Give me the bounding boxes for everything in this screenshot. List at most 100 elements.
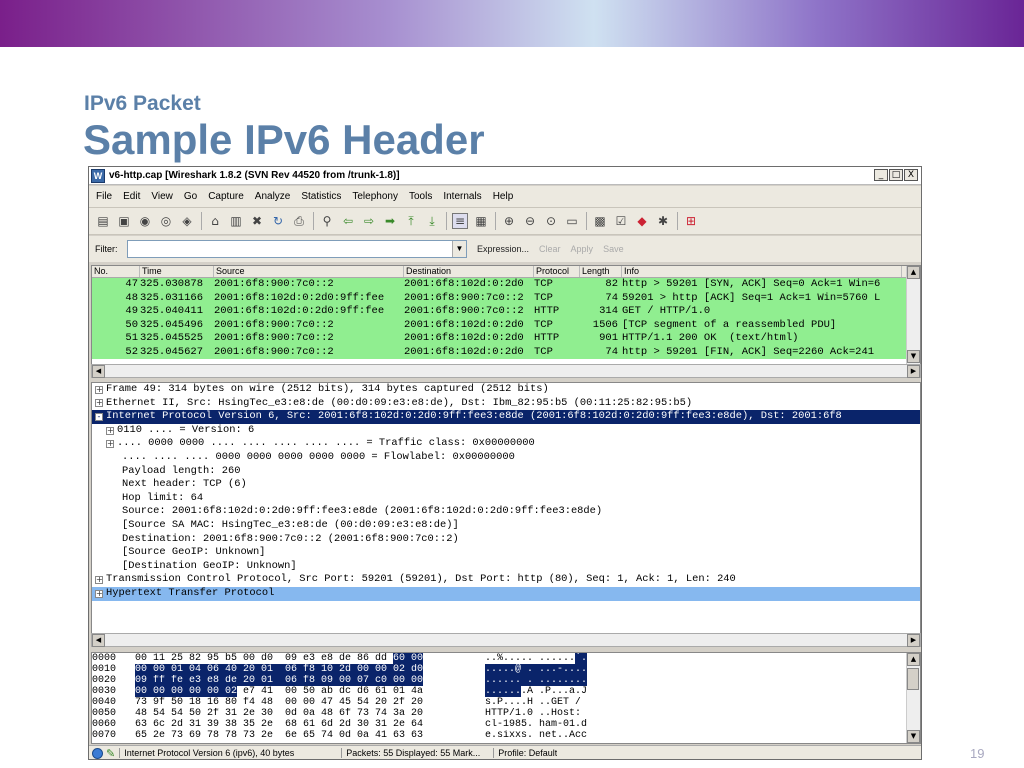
column-header-protocol[interactable]: Protocol	[534, 266, 580, 277]
menu-analyze[interactable]: Analyze	[255, 191, 291, 202]
column-header-info[interactable]: Info	[622, 266, 902, 277]
status-profile[interactable]: Profile: Default	[493, 748, 557, 758]
menu-help[interactable]: Help	[493, 191, 514, 202]
detail-row[interactable]: + Frame 49: 314 bytes on wire (2512 bits)…	[92, 383, 920, 397]
ascii-bytes[interactable]: HTTP/1.0 ..Host:	[485, 708, 615, 719]
ascii-bytes[interactable]: e.sixxs. net..Acc	[485, 730, 615, 741]
hex-bytes[interactable]: 65 2e 73 69 78 78 73 2e 6e 65 74 0d 0a 4…	[135, 730, 485, 741]
expand-icon[interactable]: +	[95, 385, 103, 394]
scroll-left-icon[interactable]: ◀	[92, 365, 105, 378]
ascii-bytes[interactable]: .....@ . ...-....	[485, 664, 615, 675]
scroll-left-icon[interactable]: ◀	[92, 634, 105, 647]
edit-comment-icon[interactable]: ✎	[106, 747, 115, 760]
bytes-scrollbar[interactable]: ▲ ▼	[906, 653, 920, 743]
detail-row[interactable]: [Source SA MAC: HsingTec_e3:e8:de (00:d0…	[92, 519, 920, 533]
display-filters-icon[interactable]: ☑	[613, 213, 629, 229]
expand-icon[interactable]: +	[106, 440, 114, 449]
detail-row[interactable]: +.... 0000 0000 .... .... .... .... ....…	[92, 437, 920, 451]
detail-row[interactable]: Source: 2001:6f8:102d:0:2d0:9ff:fee3:e8d…	[92, 505, 920, 519]
resize-columns-icon[interactable]: ▭	[564, 213, 580, 229]
expand-icon[interactable]: +	[95, 576, 103, 585]
hex-bytes[interactable]: 73 9f 50 18 16 80 f4 48 00 00 47 45 54 2…	[135, 697, 485, 708]
scroll-up-icon[interactable]: ▲	[907, 266, 920, 279]
detail-row[interactable]: Next header: TCP (6)	[92, 478, 920, 492]
menu-capture[interactable]: Capture	[208, 191, 244, 202]
packet-list-scrollbar[interactable]: ▲ ▼	[906, 266, 920, 377]
interfaces-icon[interactable]: ▤	[95, 213, 111, 229]
apply-button[interactable]: Apply	[571, 244, 594, 254]
capture-options-icon[interactable]: ▣	[116, 213, 132, 229]
expand-icon[interactable]: +	[95, 399, 103, 408]
detail-row[interactable]: + Hypertext Transfer Protocol	[92, 586, 920, 601]
filter-input[interactable]: ▼	[127, 240, 467, 258]
detail-row[interactable]: .... .... .... 0000 0000 0000 0000 0000 …	[92, 451, 920, 465]
packet-row[interactable]: 51 325.045525 2001:6f8:900:7c0::2 2001:6f8:…	[92, 332, 920, 346]
find-packet-icon[interactable]: ⚲	[319, 213, 335, 229]
menu-view[interactable]: View	[151, 191, 173, 202]
ascii-bytes[interactable]: s.P....H ..GET /	[485, 697, 615, 708]
zoom-normal-icon[interactable]: ⊙	[543, 213, 559, 229]
packet-list-hscrollbar[interactable]: ◀ ▶	[91, 364, 921, 378]
detail-row[interactable]: [Destination GeoIP: Unknown]	[92, 560, 920, 574]
detail-row[interactable]: Destination: 2001:6f8:900:7c0::2 (2001:6…	[92, 533, 920, 547]
scroll-right-icon[interactable]: ▶	[907, 634, 920, 647]
menu-internals[interactable]: Internals	[443, 191, 481, 202]
restart-capture-icon[interactable]: ◈	[179, 213, 195, 229]
detail-row[interactable]: + Ethernet II, Src: HsingTec_e3:e8:de (00…	[92, 397, 920, 411]
hex-bytes[interactable]: 00 11 25 82 95 b5 00 d0 09 e3 e8 de 86 d…	[135, 653, 485, 664]
hex-bytes[interactable]: 00 00 01 04 06 40 20 01 06 f8 10 2d 00 0…	[135, 664, 485, 675]
collapse-icon[interactable]: -	[95, 412, 103, 421]
column-header-source[interactable]: Source	[214, 266, 404, 277]
expand-icon[interactable]: +	[106, 426, 114, 435]
scroll-up-icon[interactable]: ▲	[907, 653, 920, 666]
ascii-bytes[interactable]: cl-1985. ham-01.d	[485, 719, 615, 730]
scroll-down-icon[interactable]: ▼	[907, 350, 920, 363]
detail-row[interactable]: +0110 .... = Version: 6	[92, 424, 920, 438]
expand-icon[interactable]: +	[95, 589, 103, 598]
scroll-right-icon[interactable]: ▶	[907, 365, 920, 378]
clear-button[interactable]: Clear	[539, 244, 561, 254]
column-header-destination[interactable]: Destination	[404, 266, 534, 277]
close-file-icon[interactable]: ✖	[249, 213, 265, 229]
capture-filters-icon[interactable]: ▩	[592, 213, 608, 229]
hex-bytes[interactable]: 48 54 54 50 2f 31 2e 30 0d 0a 48 6f 73 7…	[135, 708, 485, 719]
zoom-out-icon[interactable]: ⊖	[522, 213, 538, 229]
scroll-down-icon[interactable]: ▼	[907, 730, 920, 743]
column-header-time[interactable]: Time	[140, 266, 214, 277]
details-hscrollbar[interactable]: ◀ ▶	[91, 633, 921, 647]
window-titlebar[interactable]: W v6-http.cap [Wireshark 1.8.2 (SVN Rev …	[89, 167, 921, 185]
expression-button[interactable]: Expression...	[477, 244, 529, 254]
reload-icon[interactable]: ↻	[270, 213, 286, 229]
scroll-thumb[interactable]	[907, 668, 919, 690]
open-file-icon[interactable]: ⌂	[207, 213, 223, 229]
save-file-icon[interactable]: ▥	[228, 213, 244, 229]
packet-row[interactable]: 52 325.045627 2001:6f8:900:7c0::2 2001:6f8:…	[92, 345, 920, 359]
close-button[interactable]: X	[904, 169, 918, 181]
hex-bytes[interactable]: 09 ff fe e3 e8 de 20 01 06 f8 09 00 07 c…	[135, 675, 485, 686]
detail-row[interactable]: Payload length: 260	[92, 465, 920, 479]
detail-row[interactable]: + Transmission Control Protocol, Src Port…	[92, 573, 920, 587]
hex-bytes[interactable]: 00 00 00 00 00 02 e7 41 00 50 ab dc d6 6…	[135, 686, 485, 697]
menu-statistics[interactable]: Statistics	[301, 191, 341, 202]
menu-telephony[interactable]: Telephony	[352, 191, 398, 202]
packet-row[interactable]: 48 325.031166 2001:6f8:102d:0:2d0:9ff:fee 2…	[92, 291, 920, 305]
help-icon[interactable]: ⊞	[683, 213, 699, 229]
ascii-bytes[interactable]: .......A .P...a.J	[485, 686, 615, 697]
colorize-icon[interactable]: ≡	[452, 213, 468, 229]
maximize-button[interactable]: □	[889, 169, 903, 181]
packet-row[interactable]: 49 325.040411 2001:6f8:102d:0:2d0:9ff:fee 2…	[92, 305, 920, 319]
expert-info-icon[interactable]	[92, 747, 103, 759]
go-last-packet-icon[interactable]: ⤓	[424, 213, 440, 229]
menu-edit[interactable]: Edit	[123, 191, 140, 202]
menu-go[interactable]: Go	[184, 191, 197, 202]
menu-file[interactable]: File	[96, 191, 112, 202]
coloring-rules-icon[interactable]: ◆	[634, 213, 650, 229]
preferences-icon[interactable]: ✱	[655, 213, 671, 229]
stop-capture-icon[interactable]: ◎	[158, 213, 174, 229]
filter-dropdown-icon[interactable]: ▼	[452, 241, 466, 257]
save-filter-button[interactable]: Save	[603, 244, 624, 254]
packet-row[interactable]: 47 325.030878 2001:6f8:900:7c0::2 2001:6f8:…	[92, 278, 920, 292]
autoscroll-icon[interactable]: ▦	[473, 213, 489, 229]
detail-row[interactable]: Hop limit: 64	[92, 492, 920, 506]
ascii-bytes[interactable]: ...... . ........	[485, 675, 615, 686]
